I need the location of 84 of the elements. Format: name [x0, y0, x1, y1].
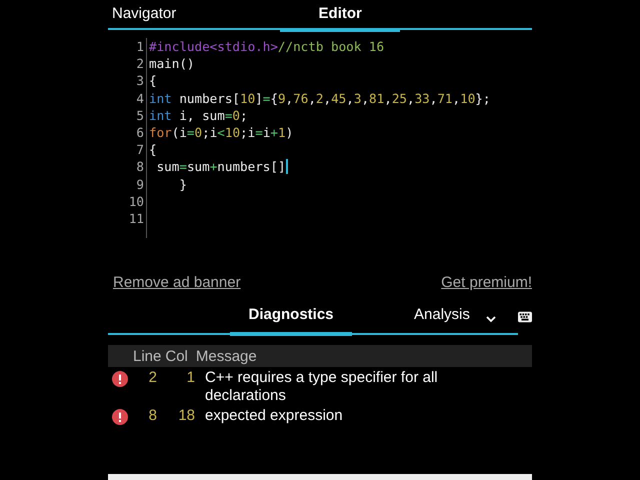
line-number: 10: [128, 192, 145, 210]
code-token: =: [186, 124, 195, 142]
code-token: ,: [452, 90, 460, 107]
code-token: main(): [149, 55, 194, 72]
code-token: 33: [414, 90, 430, 107]
code-token: 71: [437, 90, 453, 107]
code-token: =: [255, 124, 263, 142]
code-token: 45: [331, 90, 346, 107]
column-header: Line: [133, 348, 162, 364]
code-token: ): [286, 124, 294, 142]
code-token: ,: [346, 90, 354, 107]
code-token: sum: [186, 158, 210, 176]
code-token: }: [178, 176, 187, 193]
line-number: 1: [135, 38, 145, 56]
code-token: 10: [240, 90, 256, 107]
line-number: 11: [128, 210, 145, 228]
code-token: numbers[]: [217, 158, 286, 176]
code-token: {: [149, 72, 157, 90]
code-token: 2: [316, 90, 324, 107]
code-token: 10: [460, 90, 476, 107]
code-token: i, sum: [178, 106, 225, 124]
line-number: 4: [135, 90, 145, 107]
code-token: (i: [172, 124, 187, 142]
code-token: 0: [232, 106, 240, 124]
code-token: int: [149, 106, 172, 124]
code-token: ,: [361, 90, 370, 107]
code-token: ]: [255, 90, 263, 107]
code-token: ;i: [240, 124, 256, 142]
table-cell-text: 8: [148, 407, 157, 424]
code-token: 1: [278, 124, 286, 142]
code-token: 81: [369, 90, 384, 107]
code-token: ,: [406, 90, 415, 107]
code-token: 10: [224, 124, 240, 142]
table-cell-text: 1: [186, 369, 195, 386]
code-token: #include<stdio.h>: [149, 38, 278, 56]
code-token: int: [149, 90, 172, 107]
tab[interactable]: Analysis: [414, 306, 470, 336]
column-header: Col: [165, 348, 188, 364]
code-token: ,: [308, 90, 316, 107]
code-token: 3: [354, 90, 362, 107]
code-token: 76: [293, 90, 308, 107]
line-number: 9: [135, 176, 145, 193]
code-token: 9: [278, 90, 286, 107]
tab[interactable]: Diagnostics: [230, 306, 352, 336]
line-number: 5: [135, 106, 145, 124]
line-number: 8: [135, 158, 145, 176]
code-token: =: [179, 158, 187, 176]
link[interactable]: Remove ad banner: [113, 274, 241, 291]
line-number: 7: [135, 141, 145, 158]
link[interactable]: Get premium!: [441, 274, 532, 291]
error-icon: [112, 409, 128, 425]
code-token: ,: [430, 90, 438, 107]
code-token: //nctb book 16: [278, 38, 384, 56]
table-cell-text: expected expression: [205, 407, 344, 425]
column-header: Message: [196, 348, 257, 364]
code-token: {: [149, 141, 157, 158]
chevron-down-icon[interactable]: [486, 316, 496, 323]
error-icon: [112, 371, 128, 387]
code-token: ;: [240, 106, 248, 124]
tab[interactable]: Editor: [280, 0, 400, 32]
code-token: <: [217, 124, 225, 142]
line-number: 2: [135, 55, 145, 72]
code-token: +: [210, 158, 218, 176]
code-token: ,: [286, 90, 294, 107]
keyboard-icon[interactable]: [518, 311, 532, 323]
code-token: +: [270, 124, 278, 142]
code-token: =: [262, 90, 270, 107]
line-number: 6: [135, 124, 145, 142]
tab[interactable]: Navigator: [112, 0, 176, 32]
table-cell-text: 2: [148, 369, 157, 386]
code-token: ,: [324, 90, 332, 107]
code-token: i: [262, 124, 270, 142]
code-token: 0: [194, 124, 202, 142]
code-token: numbers[: [178, 90, 240, 107]
code-token: ;i: [202, 124, 218, 142]
code-token: sum: [156, 158, 180, 176]
code-token: for: [149, 124, 172, 142]
line-number: 3: [135, 72, 145, 90]
code-token: {: [270, 90, 278, 107]
code-token: =: [224, 106, 232, 124]
code-token: };: [475, 90, 490, 107]
code-token: ,: [384, 90, 392, 107]
code-token: 25: [392, 90, 407, 107]
table-cell-text: 18: [177, 407, 195, 424]
